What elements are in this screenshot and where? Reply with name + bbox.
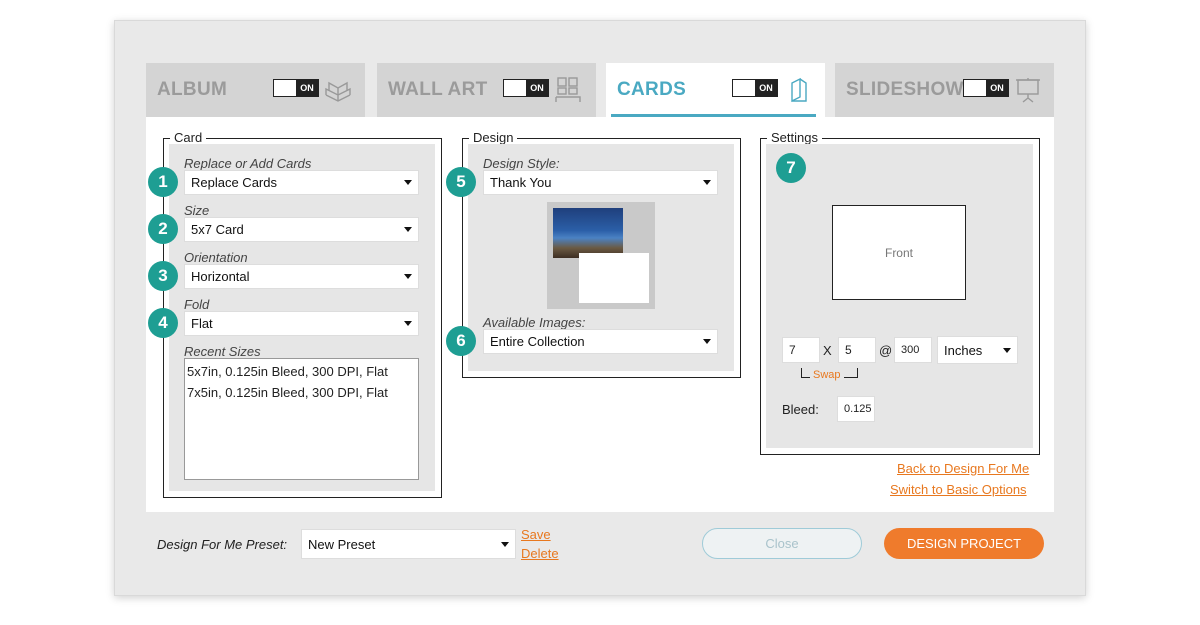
fold-value: Flat [191, 316, 213, 331]
chevron-down-icon [703, 180, 711, 185]
fold-label: Fold [184, 297, 210, 312]
fold-select[interactable]: Flat [184, 311, 419, 336]
front-preview: Front [832, 205, 966, 300]
toggle-on-label: ON [755, 80, 777, 96]
unit-select[interactable]: Inches [937, 336, 1018, 364]
step-badge-7: 7 [776, 153, 806, 183]
front-label: Front [884, 245, 913, 260]
unit-value: Inches [944, 342, 983, 358]
design-style-select[interactable]: Thank You [483, 170, 718, 195]
step-badge-5: 5 [446, 167, 476, 197]
cards-toggle[interactable]: ON [732, 79, 778, 97]
orientation-select[interactable]: Horizontal [184, 264, 419, 289]
back-to-design-link[interactable]: Back to Design For Me [897, 461, 1029, 476]
replace-label: Replace or Add Cards [184, 156, 312, 171]
preview-card-back [579, 253, 649, 303]
x-separator: X [823, 343, 832, 358]
available-images-label: Available Images: [483, 315, 586, 330]
height-input[interactable]: 5 [838, 337, 876, 363]
close-button[interactable]: Close [702, 528, 862, 559]
chevron-down-icon [404, 227, 412, 232]
design-dialog: ALBUM ON WALL ART ON CARDS ON SLIDESHOW … [114, 20, 1086, 596]
preset-select[interactable]: New Preset [301, 529, 516, 559]
size-select[interactable]: 5x7 Card [184, 217, 419, 242]
chevron-down-icon [703, 339, 711, 344]
chevron-down-icon [1003, 348, 1011, 353]
list-item[interactable]: 5x7in, 0.125in Bleed, 300 DPI, Flat [187, 361, 416, 382]
preview-photo [553, 208, 623, 258]
settings-legend: Settings [767, 130, 822, 145]
chevron-down-icon [501, 542, 509, 547]
orientation-label: Orientation [184, 250, 248, 265]
recent-sizes-label: Recent Sizes [184, 344, 261, 359]
list-item[interactable]: 7x5in, 0.125in Bleed, 300 DPI, Flat [187, 382, 416, 403]
available-images-select[interactable]: Entire Collection [483, 329, 718, 354]
bleed-label: Bleed: [782, 402, 819, 417]
tab-cards-label: CARDS [617, 79, 687, 100]
save-preset-link[interactable]: Save [521, 527, 551, 542]
swap-link[interactable]: Swap [810, 369, 844, 381]
toggle-on-label: ON [296, 80, 318, 96]
frame-icon [555, 77, 581, 102]
tab-wall-art[interactable]: WALL ART ON [377, 63, 596, 117]
design-style-value: Thank You [490, 175, 552, 190]
tab-album[interactable]: ALBUM ON [146, 63, 365, 117]
cards-icon [791, 77, 807, 103]
recent-sizes-list[interactable]: 5x7in, 0.125in Bleed, 300 DPI, Flat 7x5i… [184, 358, 419, 480]
tab-slideshow-label: SLIDESHOW [846, 79, 964, 100]
size-value: 5x7 Card [191, 222, 244, 237]
tab-album-label: ALBUM [157, 79, 228, 100]
card-legend: Card [170, 130, 207, 145]
at-separator: @ [879, 343, 893, 358]
toggle-on-label: ON [526, 80, 548, 96]
step-badge-6: 6 [446, 326, 476, 356]
toggle-on-label: ON [986, 80, 1008, 96]
width-input[interactable]: 7 [782, 337, 820, 363]
chevron-down-icon [404, 274, 412, 279]
design-style-label: Design Style: [483, 156, 560, 171]
dpi-input[interactable]: 300 [894, 337, 932, 363]
tab-slideshow[interactable]: SLIDESHOW ON [835, 63, 1054, 117]
book-icon [325, 81, 351, 102]
switch-basic-link[interactable]: Switch to Basic Options [890, 482, 1027, 497]
content-panel: Card Replace or Add Cards Replace Cards … [146, 117, 1054, 512]
step-badge-2: 2 [148, 214, 178, 244]
preset-label: Design For Me Preset: [157, 537, 288, 552]
projector-icon [1016, 78, 1040, 103]
bleed-input[interactable]: 0.125 [837, 396, 875, 422]
tab-cards[interactable]: CARDS ON [606, 63, 825, 117]
replace-value: Replace Cards [191, 175, 277, 190]
album-toggle[interactable]: ON [273, 79, 319, 97]
orientation-value: Horizontal [191, 269, 250, 284]
replace-select[interactable]: Replace Cards [184, 170, 419, 195]
step-badge-4: 4 [148, 308, 178, 338]
wall-art-toggle[interactable]: ON [503, 79, 549, 97]
design-project-button[interactable]: DESIGN PROJECT [884, 528, 1044, 559]
slideshow-toggle[interactable]: ON [963, 79, 1009, 97]
design-preview [547, 202, 655, 309]
step-badge-3: 3 [148, 261, 178, 291]
step-badge-1: 1 [148, 167, 178, 197]
tab-wall-art-label: WALL ART [388, 79, 488, 100]
size-label: Size [184, 203, 210, 218]
delete-preset-link[interactable]: Delete [521, 546, 559, 561]
preset-value: New Preset [308, 536, 376, 552]
chevron-down-icon [404, 321, 412, 326]
design-legend: Design [469, 130, 518, 145]
chevron-down-icon [404, 180, 412, 185]
available-images-value: Entire Collection [490, 334, 585, 349]
